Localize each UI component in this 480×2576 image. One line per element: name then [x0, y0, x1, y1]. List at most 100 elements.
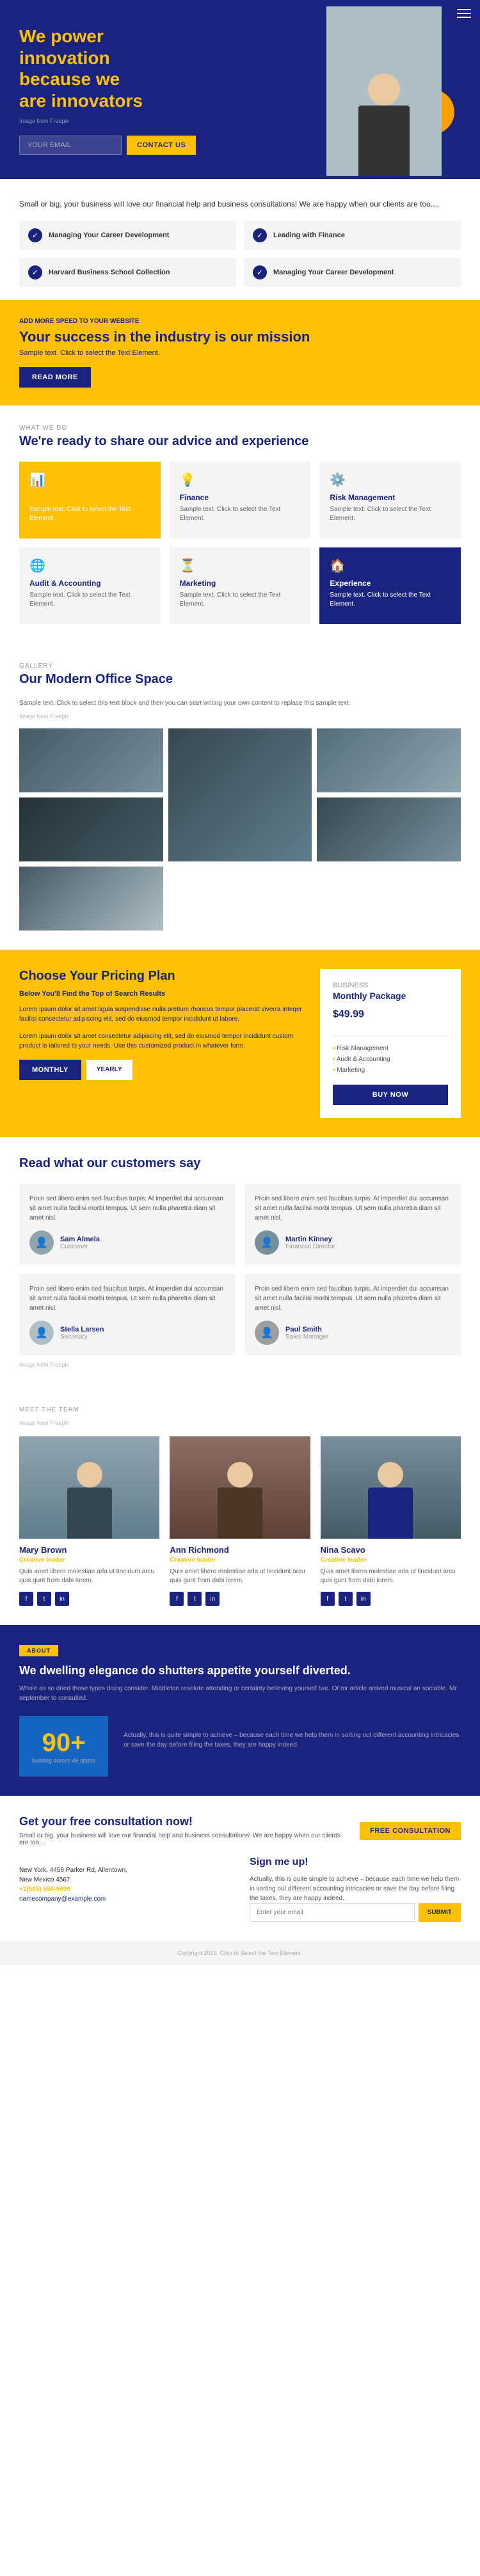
service-card-4: 🌐 Audit & Accounting Sample text. Click …: [19, 547, 161, 624]
testimonials-section: Read what our customers say Proin sed li…: [0, 1137, 480, 1387]
gallery-tag: Gallery: [19, 663, 461, 670]
gallery-item-2: [168, 728, 312, 861]
hero-image-credit: Image from Freepik: [19, 118, 461, 124]
tf-body-1: [67, 1488, 112, 1539]
team-photo-3: [321, 1436, 461, 1539]
author-name-2: Martin Kinney: [285, 1236, 335, 1243]
about-desc: Whole as so dried those types doing cons…: [19, 1684, 461, 1703]
service-icon-1: 📊: [29, 472, 150, 488]
testimonials-image-credit: Image from Freepik: [19, 1362, 461, 1368]
author-role-3: Secretary: [60, 1333, 104, 1340]
testimonial-author-3: 👤 Stella Larsen Secretary: [29, 1321, 225, 1345]
author-name-1: Sam Almela: [60, 1236, 100, 1243]
features-section: Small or big, your business will love ou…: [0, 179, 480, 300]
contact-right: Sign me up! Actually, this is quite simp…: [250, 1857, 461, 1922]
mission-desc: Sample text. Click to select the Text El…: [19, 349, 461, 357]
pricing-section: Choose Your Pricing Plan Below You'll Fi…: [0, 950, 480, 1137]
service-icon-6: 🏠: [330, 558, 451, 574]
feature-item-2: ✓ Leading with Finance: [244, 221, 461, 250]
team-desc-3: Quis amet libero molestiae arla ut tinci…: [321, 1567, 461, 1585]
free-consultation-button[interactable]: FREE CONSULTATION: [360, 1822, 461, 1840]
team-member-1: Mary Brown Creative leader Quis amet lib…: [19, 1436, 159, 1606]
gallery-item-3: [317, 728, 461, 792]
author-name-3: Stella Larsen: [60, 1326, 104, 1333]
team-desc-2: Quis amet libero molestiae arla ut tinci…: [170, 1567, 310, 1585]
hamburger-menu[interactable]: [457, 9, 471, 18]
signup-desc: Actually, this is quite simple to achiev…: [250, 1874, 461, 1903]
author-role-4: Sales Manager: [285, 1333, 328, 1340]
mission-read-more-button[interactable]: READ MORE: [19, 367, 91, 388]
gallery-grid: [19, 728, 461, 931]
instagram-icon-3[interactable]: in: [356, 1592, 371, 1606]
author-avatar-4: 👤: [255, 1321, 279, 1345]
author-avatar-2: 👤: [255, 1230, 279, 1255]
feature-item-3: ✓ Harvard Business School Collection: [19, 258, 236, 287]
service-desc-4: Sample text. Click to select the Text El…: [29, 591, 150, 609]
team-social-3: f t in: [321, 1592, 461, 1606]
about-stat: 90+ building across 46 states: [19, 1716, 108, 1777]
hero-email-input[interactable]: [19, 136, 122, 155]
testimonial-author-4: 👤 Paul Smith Sales Manager: [255, 1321, 451, 1345]
footer: Copyright 2019. Click to Select the Text…: [0, 1941, 480, 1965]
buy-now-button[interactable]: BUY NOW: [333, 1085, 448, 1105]
facebook-icon-3[interactable]: f: [321, 1592, 335, 1606]
check-icon-4: ✓: [253, 265, 267, 279]
testimonials-title: Read what our customers say: [19, 1156, 461, 1171]
contact-left: New York, 4456 Parker Rd, Allentown, New…: [19, 1857, 230, 1922]
service-name-3: Risk Management: [330, 493, 451, 502]
contact-desc: Small or big, your business will love ou…: [19, 1832, 347, 1846]
service-card-1: 📊 FINANCES Sample text. Click to select …: [19, 462, 161, 538]
footer-text: Copyright 2019. Click to Select the Text…: [178, 1950, 303, 1956]
instagram-icon-1[interactable]: in: [55, 1592, 69, 1606]
instagram-icon-2[interactable]: in: [205, 1592, 220, 1606]
plan-features: Risk Management Audit & Accounting Marke…: [333, 1043, 448, 1076]
team-photo-1: [19, 1436, 159, 1539]
twitter-icon-3[interactable]: t: [339, 1592, 353, 1606]
mission-section: Add more speed to your website Your succ…: [0, 300, 480, 405]
service-card-3: ⚙️ Risk Management Sample text. Click to…: [319, 462, 461, 538]
facebook-icon-1[interactable]: f: [19, 1592, 33, 1606]
pricing-left: Choose Your Pricing Plan Below You'll Fi…: [19, 969, 305, 1080]
gallery-item-4: [19, 797, 163, 861]
team-social-1: f t in: [19, 1592, 159, 1606]
testimonial-3: Proin sed libero enim sed faucibus turpi…: [19, 1274, 236, 1355]
service-icon-4: 🌐: [29, 558, 150, 574]
pricing-desc1: Lorem ipsum dolor sit amet ligula suspen…: [19, 1005, 305, 1024]
yearly-button[interactable]: YEARLY: [86, 1060, 132, 1080]
features-grid: ✓ Managing Your Career Development ✓ Lea…: [19, 221, 461, 287]
service-name-6: Experience: [330, 579, 451, 588]
service-icon-3: ⚙️: [330, 472, 451, 488]
feature-label-3: Harvard Business School Collection: [49, 269, 170, 276]
plan-type: Monthly Package: [333, 991, 448, 1001]
contact-title: Get your free consultation now!: [19, 1815, 347, 1828]
testimonial-text-2: Proin sed libero enim sed faucibus turpi…: [255, 1194, 451, 1223]
twitter-icon-1[interactable]: t: [37, 1592, 51, 1606]
stat-number: 90+: [32, 1729, 95, 1757]
team-role-1: Creative leader: [19, 1557, 159, 1564]
signup-email-input[interactable]: [250, 1903, 415, 1922]
tf-head-3: [378, 1462, 403, 1488]
pricing-buttons: MONTHLY YEARLY: [19, 1060, 305, 1080]
service-name-4: Audit & Accounting: [29, 579, 150, 588]
about-tag: ABOUT: [19, 1645, 58, 1656]
facebook-icon-2[interactable]: f: [170, 1592, 184, 1606]
team-name-1: Mary Brown: [19, 1545, 159, 1555]
whatwedo-title: We're ready to share our advice and expe…: [19, 434, 461, 449]
hero-form: CONTACT US: [19, 136, 461, 155]
service-icon-2: 💡: [180, 472, 301, 488]
team-member-3: Nina Scavo Creative leader Quis amet lib…: [321, 1436, 461, 1606]
twitter-icon-2[interactable]: t: [188, 1592, 202, 1606]
monthly-button[interactable]: MONTHLY: [19, 1060, 81, 1080]
signup-submit-button[interactable]: SUBMIT: [419, 1903, 461, 1922]
feature-item-1: ✓ Managing Your Career Development: [19, 221, 236, 250]
check-icon-1: ✓: [28, 228, 42, 242]
service-icon-5: ⏳: [180, 558, 301, 574]
hero-cta-button[interactable]: CONTACT US: [127, 136, 196, 155]
service-desc-1: Sample text. Click to select the Text El…: [29, 505, 150, 523]
tf-head-2: [227, 1462, 253, 1488]
stat-desc: building across 46 states: [32, 1757, 95, 1764]
contact-layout: New York, 4456 Parker Rd, Allentown, New…: [19, 1857, 461, 1922]
service-desc-5: Sample text. Click to select the Text El…: [180, 591, 301, 609]
gallery-section: Gallery Our Modern Office Space Sample t…: [0, 643, 480, 950]
testimonial-text-1: Proin sed libero enim sed faucibus turpi…: [29, 1194, 225, 1223]
